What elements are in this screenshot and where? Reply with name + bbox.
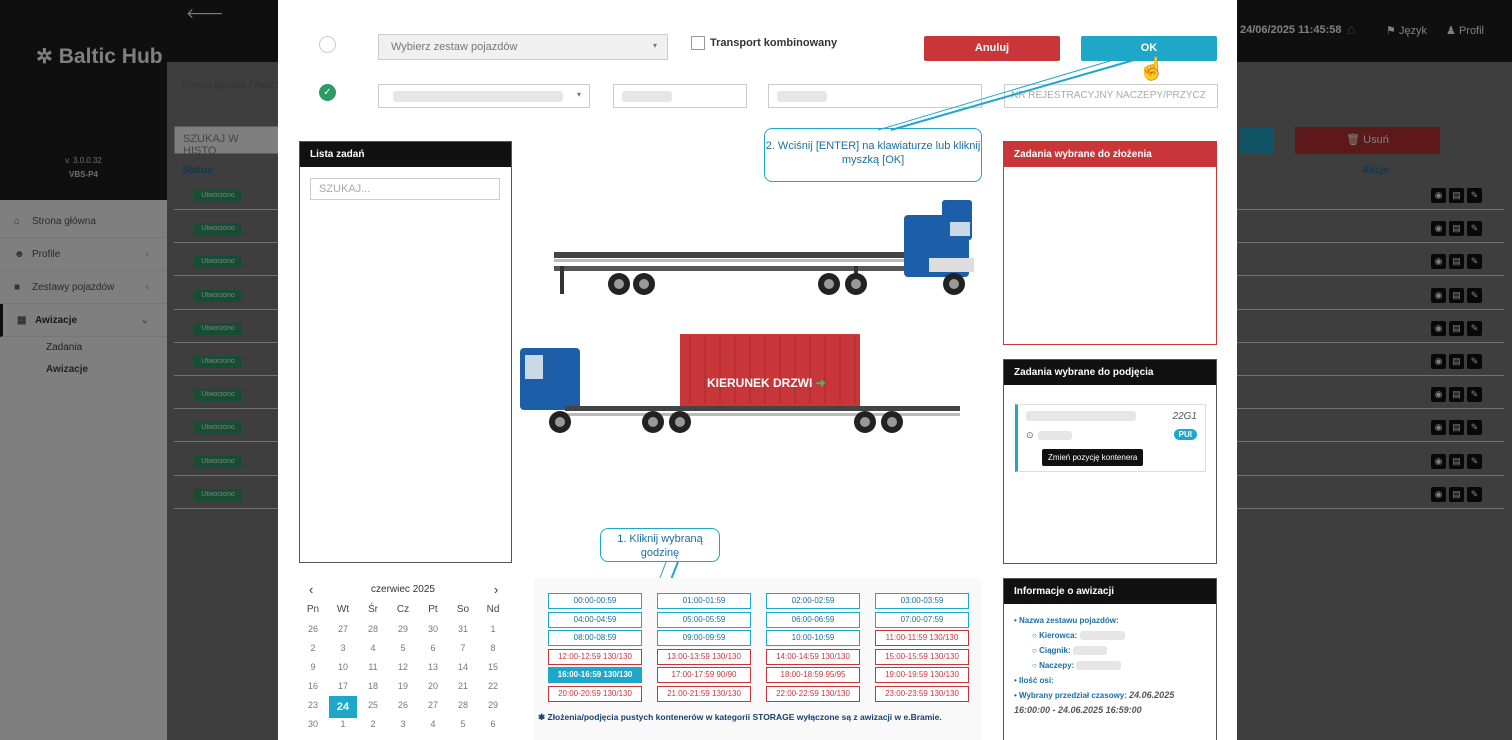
calendar-day[interactable]: 28 <box>359 624 387 634</box>
time-slot[interactable]: 23:00-23:59 130/130 <box>875 685 969 702</box>
calendar-day[interactable]: 15 <box>479 662 507 672</box>
calendar-day[interactable]: 22 <box>479 681 507 691</box>
calendar-day[interactable]: 25 <box>359 700 387 710</box>
time-slot[interactable]: 14:00-14:59 130/130 <box>766 648 860 665</box>
calendar-day[interactable]: 11 <box>359 662 387 672</box>
calendar-day[interactable]: 27 <box>329 624 357 634</box>
calendar-day[interactable]: 6 <box>419 643 447 653</box>
calendar-day[interactable]: 9 <box>299 662 327 672</box>
calendar-day[interactable]: 4 <box>359 643 387 653</box>
calendar-day[interactable]: 31 <box>449 624 477 634</box>
calendar-day[interactable]: 10 <box>329 662 357 672</box>
calendar-day[interactable]: 24 <box>329 696 357 718</box>
calendar-day[interactable]: 1 <box>329 719 357 729</box>
calendar-day[interactable]: 5 <box>449 719 477 729</box>
calendar: ‹ czerwiec 2025 › Pn Wt Śr Cz Pt So Nd 26 27 28 29… <box>299 578 512 740</box>
calendar-weekday: Pt <box>428 604 438 615</box>
calendar-day[interactable]: 26 <box>299 624 327 634</box>
time-slot[interactable]: 05:00-05:59 <box>657 611 751 628</box>
calendar-day[interactable]: 30 <box>419 624 447 634</box>
advice-info-title: Informacje o awizacji <box>1004 579 1216 604</box>
calendar-day[interactable]: 6 <box>479 719 507 729</box>
time-slot[interactable]: 12:00-12:59 130/130 <box>548 648 642 665</box>
calendar-day[interactable]: 5 <box>389 643 417 653</box>
time-slot[interactable]: 02:00-02:59 <box>766 593 860 609</box>
time-slot[interactable]: 17:00-17:59 90/90 <box>657 667 751 683</box>
calendar-day[interactable]: 16 <box>299 681 327 691</box>
time-slot[interactable]: 00:00-00:59 <box>548 593 642 609</box>
time-slot[interactable]: 01:00-01:59 <box>657 593 751 609</box>
time-slot[interactable]: 06:00-06:59 <box>766 611 860 628</box>
calendar-weekday: Pn <box>306 604 320 615</box>
calendar-weekday: So <box>456 604 470 615</box>
calendar-day[interactable]: 12 <box>389 662 417 672</box>
calendar-day[interactable]: 3 <box>329 643 357 653</box>
time-slot[interactable]: 04:00-04:59 <box>548 611 642 628</box>
time-slot[interactable]: 13:00-13:59 130/130 <box>657 648 751 665</box>
calendar-day[interactable]: 26 <box>389 700 417 710</box>
calendar-day[interactable]: 28 <box>449 700 477 710</box>
calendar-weekday: Śr <box>368 604 378 615</box>
prev-month-icon[interactable]: ‹ <box>309 582 313 597</box>
time-slot[interactable]: 22:00-22:59 130/130 <box>766 685 860 702</box>
advice-info-panel: Informacje o awizacji • Nazwa zestawu po… <box>1003 578 1217 740</box>
time-slot[interactable]: 08:00-08:59 <box>548 630 642 646</box>
calendar-day[interactable]: 4 <box>419 719 447 729</box>
time-slot[interactable]: 21:00-21:59 130/130 <box>657 685 751 702</box>
time-slot[interactable]: 20:00-20:59 130/130 <box>548 685 642 702</box>
calendar-day[interactable]: 30 <box>299 719 327 729</box>
calendar-day[interactable]: 17 <box>329 681 357 691</box>
hand-cursor-icon: ☝ <box>1138 56 1166 81</box>
next-month-icon[interactable]: › <box>494 582 498 597</box>
calendar-day[interactable]: 1 <box>479 624 507 634</box>
calendar-day[interactable]: 2 <box>299 643 327 653</box>
calendar-weekday: Wt <box>336 604 350 615</box>
calendar-weekday: Nd <box>486 604 500 615</box>
time-slot[interactable]: 11:00-11:59 130/130 <box>875 630 969 646</box>
time-slot[interactable]: 03:00-03:59 <box>875 593 969 609</box>
advice-modal: Wybierz zestaw pojazdów ▾ Transport komb… <box>278 0 1237 740</box>
time-slot[interactable]: 15:00-15:59 130/130 <box>875 648 969 665</box>
calendar-day[interactable]: 23 <box>299 700 327 710</box>
calendar-weekday: Cz <box>396 604 410 615</box>
calendar-day[interactable]: 2 <box>359 719 387 729</box>
calendar-day[interactable]: 18 <box>359 681 387 691</box>
calendar-day[interactable]: 19 <box>389 681 417 691</box>
time-slot[interactable]: 16:00-16:59 130/130 <box>548 667 642 683</box>
calendar-day[interactable]: 29 <box>389 624 417 634</box>
storage-note: ✱ Złożenia/podjęcia pustych kontenerów w… <box>538 712 942 722</box>
advice-info-list: • Nazwa zestawu pojazdów: ○ Kierowca: ○ … <box>1014 616 1175 715</box>
calendar-day[interactable]: 27 <box>419 700 447 710</box>
calendar-day[interactable]: 20 <box>419 681 447 691</box>
asterisk-icon: ✱ <box>538 712 546 722</box>
calendar-day[interactable]: 7 <box>449 643 477 653</box>
calendar-day[interactable]: 21 <box>449 681 477 691</box>
time-slot[interactable]: 18:00-18:59 95/95 <box>766 667 860 683</box>
calendar-day[interactable]: 13 <box>419 662 447 672</box>
time-slots-panel: 00:00-00:59 01:00-01:59 02:00-02:59 03:00-0… <box>534 578 981 740</box>
time-slot[interactable]: 07:00-07:59 <box>875 611 969 628</box>
time-slot[interactable]: 10:00-10:59 <box>766 630 860 646</box>
calendar-month: czerwiec 2025 <box>371 584 435 595</box>
time-slot[interactable]: 19:00-19:59 130/130 <box>875 667 969 683</box>
calendar-day[interactable]: 14 <box>449 662 477 672</box>
time-slot[interactable]: 09:00-09:59 <box>657 630 751 646</box>
calendar-day[interactable]: 8 <box>479 643 507 653</box>
calendar-day[interactable]: 3 <box>389 719 417 729</box>
calendar-day[interactable]: 29 <box>479 700 507 710</box>
